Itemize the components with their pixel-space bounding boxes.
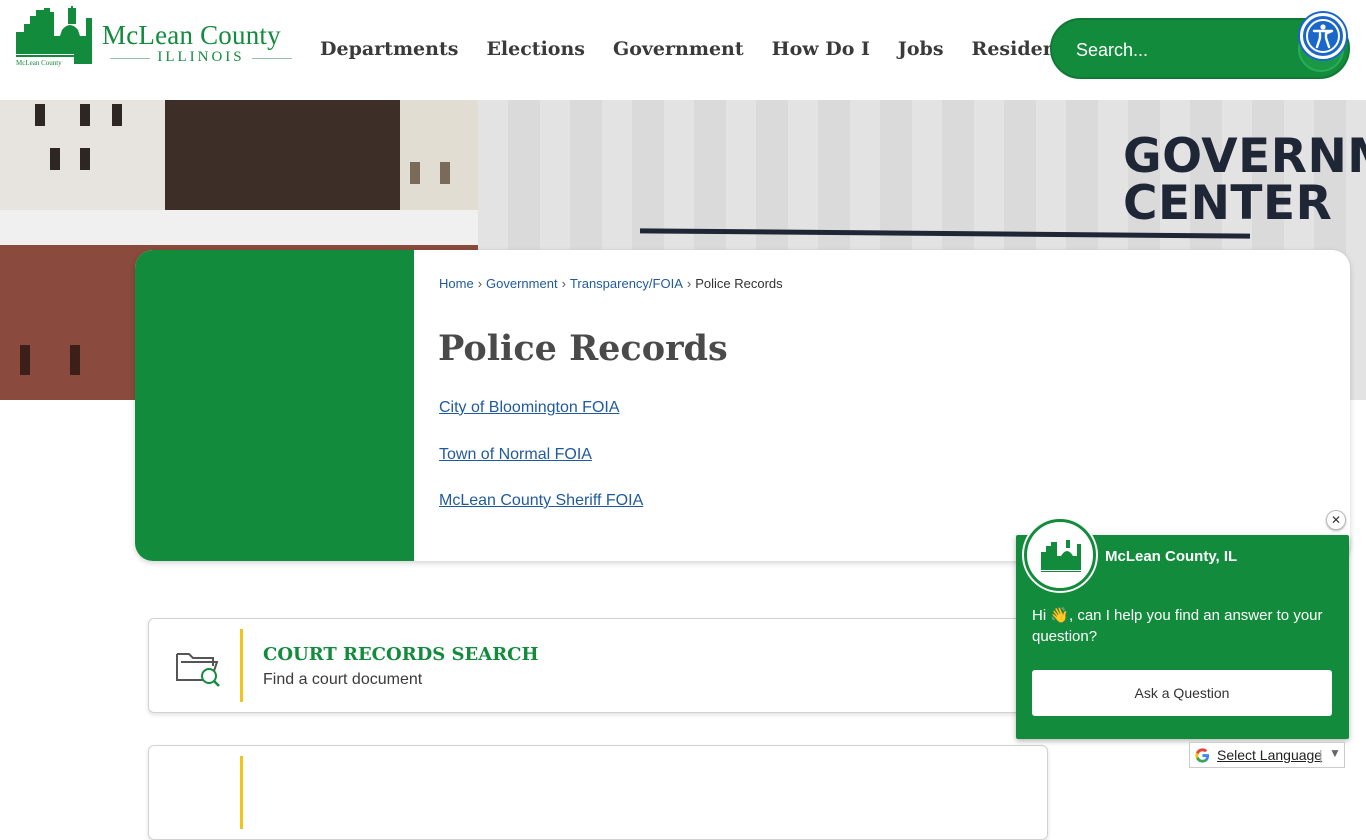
logo-name: McLean County xyxy=(102,20,281,50)
site-logo[interactable]: McLean County McLean County ILLINOIS xyxy=(14,6,299,70)
link-town-of-normal-foia[interactable]: Town of Normal FOIA xyxy=(439,446,592,464)
breadcrumb-current: Police Records xyxy=(695,276,783,291)
breadcrumb: Home › Government › Transparency/FOIA › Police… xyxy=(439,276,783,291)
quick-link-next[interactable] xyxy=(148,745,1048,840)
ask-question-button[interactable]: Ask a Question xyxy=(1032,670,1332,716)
breadcrumb-separator: › xyxy=(561,276,566,291)
window xyxy=(112,104,122,126)
window xyxy=(80,148,90,170)
quick-link-subtitle: Find a court document xyxy=(263,671,423,688)
window xyxy=(70,345,80,375)
sign-line-2: CENTER xyxy=(1123,176,1333,231)
link-mclean-county-sheriff-foia[interactable]: McLean County Sheriff FOIA xyxy=(439,492,643,510)
nav-elections[interactable]: Elections xyxy=(486,38,585,68)
sidebar-panel xyxy=(135,250,414,561)
page-title: Police Records xyxy=(438,328,728,369)
nav-jobs[interactable]: Jobs xyxy=(898,38,944,68)
logo-small-text: McLean County xyxy=(16,59,62,67)
translate-separator: | xyxy=(1319,747,1323,763)
chat-org-name: McLean County, IL xyxy=(1105,548,1238,565)
chevron-down-icon[interactable]: ▼ xyxy=(1329,746,1341,760)
accent-divider xyxy=(240,629,243,702)
chat-greeting: Hi 👋, can I help you find an answer to y… xyxy=(1032,607,1323,645)
rooftop xyxy=(0,210,478,250)
search-input[interactable] xyxy=(1076,38,1286,62)
folder-search-icon xyxy=(176,653,220,687)
window xyxy=(20,345,30,375)
breadcrumb-separator: › xyxy=(477,276,483,291)
link-city-of-bloomington-foia[interactable]: City of Bloomington FOIA xyxy=(439,399,620,417)
main-nav: Departments Elections Government How Do … xyxy=(320,38,1104,68)
accessibility-icon xyxy=(1306,19,1340,53)
breadcrumb-transparency-foia[interactable]: Transparency/FOIA xyxy=(570,276,683,291)
sign-text: GOVERNMENT CENTER xyxy=(1123,133,1366,227)
chat-avatar xyxy=(1024,519,1096,591)
quick-link-title: COURT RECORDS SEARCH xyxy=(263,644,539,665)
courthouse-logo-icon xyxy=(1041,540,1081,572)
logo-state: ILLINOIS xyxy=(110,49,292,66)
chat-close-button[interactable]: ✕ xyxy=(1326,510,1346,530)
window xyxy=(440,162,450,184)
window xyxy=(50,148,60,170)
nav-government[interactable]: Government xyxy=(613,38,744,68)
breadcrumb-separator: › xyxy=(686,276,692,291)
breadcrumb-government[interactable]: Government xyxy=(486,276,558,291)
accent-divider xyxy=(240,756,243,829)
sign-line-1: GOVERNMENT xyxy=(1123,129,1366,184)
google-g-icon xyxy=(1195,748,1210,763)
quick-link-court-records[interactable]: COURT RECORDS SEARCH Find a court docume… xyxy=(148,618,1048,713)
accessibility-button[interactable] xyxy=(1300,13,1346,59)
chat-widget: McLean County, IL Hi 👋, can I help you f… xyxy=(1016,519,1349,739)
window xyxy=(35,104,45,126)
breadcrumb-home[interactable]: Home xyxy=(439,276,474,291)
nav-how-do-i[interactable]: How Do I xyxy=(772,38,870,68)
content-card: Home › Government › Transparency/FOIA › Police… xyxy=(135,250,1350,561)
nav-departments[interactable]: Departments xyxy=(320,38,458,68)
site-header: McLean County McLean County ILLINOIS Dep… xyxy=(0,0,1366,100)
language-selector[interactable]: Select Language | ▼ xyxy=(1189,742,1345,768)
courthouse-logo-icon xyxy=(16,6,92,64)
window xyxy=(80,104,90,126)
select-language-label[interactable]: Select Language xyxy=(1217,747,1322,763)
window xyxy=(410,162,420,184)
